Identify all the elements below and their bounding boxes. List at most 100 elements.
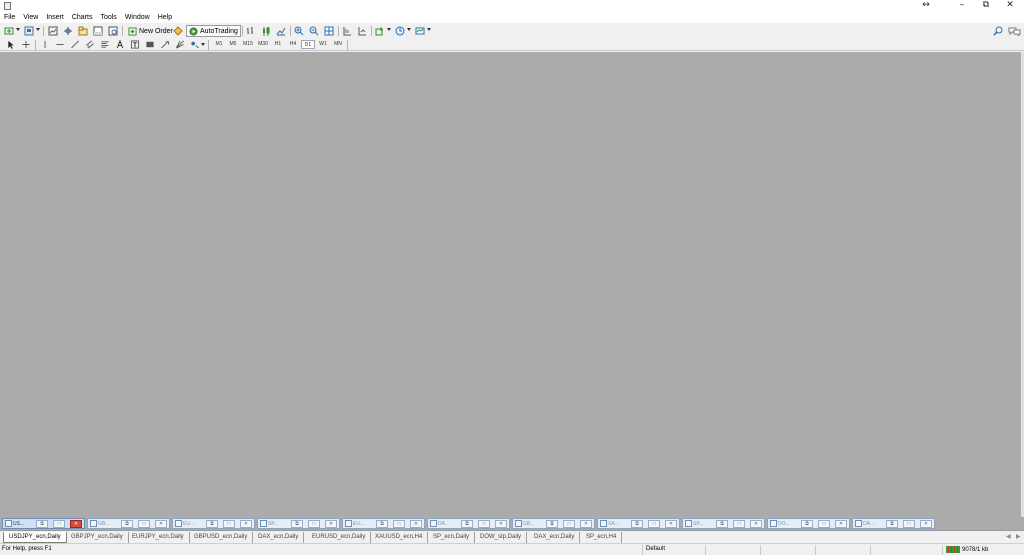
timeframe-d1[interactable]: D1 — [301, 40, 315, 49]
restore-icon[interactable]: ⧉ — [206, 519, 218, 528]
tab-dax-daily-2[interactable]: DAX_ecn,Daily — [529, 532, 581, 543]
menu-insert[interactable]: Insert — [46, 12, 64, 23]
maximize-icon[interactable]: □ — [53, 519, 65, 528]
timeframe-m15[interactable]: M15 — [241, 40, 255, 49]
maximize-icon[interactable]: □ — [138, 519, 150, 528]
zoom-out-icon[interactable] — [309, 26, 319, 36]
tab-gbpusd-daily[interactable]: GBPUSD_ecn,Daily — [189, 532, 254, 543]
horizontal-line-icon[interactable] — [55, 40, 65, 49]
close-icon[interactable]: ✕ — [920, 519, 932, 528]
arrow-icon[interactable] — [160, 40, 170, 49]
tab-sp-h4[interactable]: SP_ecn,H4 — [581, 532, 623, 543]
chart-workspace[interactable] — [0, 52, 1024, 517]
menu-charts[interactable]: Charts — [72, 12, 93, 23]
tab-scroll-left-icon[interactable]: ◀ — [1006, 533, 1011, 540]
tab-xauusd-h4[interactable]: XAUUSD_ecn,H4 — [370, 532, 429, 543]
maximize-icon[interactable]: □ — [308, 519, 320, 528]
restore-icon[interactable]: ⧉ — [36, 519, 48, 528]
maximize-icon[interactable]: □ — [478, 519, 490, 528]
minimized-window-dax-2[interactable]: DA... ⧉ □ ✕ — [852, 518, 935, 529]
resize-icon[interactable]: ↔ — [915, 0, 937, 12]
crosshair-icon[interactable] — [21, 40, 31, 49]
tab-gbpjpy-daily[interactable]: GBPJPY_ecn,Daily — [66, 532, 129, 543]
navigator-icon[interactable] — [78, 26, 88, 36]
close-icon[interactable]: ✕ — [325, 519, 337, 528]
market-watch-icon[interactable] — [48, 26, 58, 36]
chevron-down-icon[interactable] — [427, 28, 431, 31]
autotrading-button[interactable]: AutoTrading — [186, 25, 241, 37]
menu-tools[interactable]: Tools — [100, 12, 116, 23]
menu-help[interactable]: Help — [158, 12, 172, 23]
minimized-window-eurjpy[interactable]: EU... ⧉ □ ✕ — [172, 518, 255, 529]
profile-status[interactable]: Default — [646, 546, 665, 552]
text-label-icon[interactable] — [130, 40, 140, 49]
indicators-icon[interactable] — [375, 26, 385, 36]
bar-chart-icon[interactable] — [246, 26, 256, 36]
timeframe-h4[interactable]: H4 — [286, 40, 300, 49]
restore-icon[interactable]: ⧉ — [461, 519, 473, 528]
timeframe-m30[interactable]: M30 — [256, 40, 270, 49]
timeframe-mn[interactable]: MN — [331, 40, 345, 49]
trendline-icon[interactable] — [70, 40, 80, 49]
vertical-line-icon[interactable] — [40, 40, 50, 49]
tab-eurusd-daily[interactable]: EURUSD_ecn,Daily — [307, 532, 372, 543]
autoscroll-icon[interactable] — [357, 26, 367, 36]
timeframe-h1[interactable]: H1 — [271, 40, 285, 49]
maximize-icon[interactable]: □ — [903, 519, 915, 528]
minimized-window-xauusd[interactable]: XA... ⧉ □ ✕ — [597, 518, 680, 529]
profiles-icon[interactable] — [24, 26, 34, 36]
terminal-icon[interactable] — [93, 26, 103, 36]
restore-button[interactable]: ⧉ — [975, 0, 997, 12]
timeframe-m5[interactable]: M5 — [226, 40, 240, 49]
minimized-window-sp-h4[interactable]: SP... ⧉ □ ✕ — [682, 518, 765, 529]
menu-window[interactable]: Window — [125, 12, 150, 23]
menu-file[interactable]: File — [4, 12, 15, 23]
close-icon[interactable]: ✕ — [580, 519, 592, 528]
tab-dow-daily[interactable]: DOW_stp,Daily — [475, 532, 528, 543]
maximize-icon[interactable]: □ — [648, 519, 660, 528]
chevron-down-icon[interactable] — [407, 28, 411, 31]
tile-windows-icon[interactable] — [324, 26, 334, 36]
chevron-down-icon[interactable] — [387, 28, 391, 31]
minimize-button[interactable]: – — [951, 0, 973, 12]
new-chart-icon[interactable] — [4, 26, 14, 36]
shapes-icon[interactable] — [190, 40, 200, 49]
close-icon[interactable]: ✕ — [665, 519, 677, 528]
tab-dax-daily[interactable]: DAX_ecn,Daily — [253, 532, 305, 543]
new-order-button[interactable]: New Order — [125, 25, 176, 37]
zoom-in-icon[interactable] — [294, 26, 304, 36]
close-icon[interactable]: ✕ — [155, 519, 167, 528]
timeframe-w1[interactable]: W1 — [316, 40, 330, 49]
maximize-icon[interactable]: □ — [223, 519, 235, 528]
close-icon[interactable]: ✕ — [410, 519, 422, 528]
minimized-window-dow[interactable]: DO... ⧉ □ ✕ — [767, 518, 850, 529]
periods-icon[interactable] — [395, 26, 405, 36]
tab-sp-daily[interactable]: SP_ecn,Daily — [428, 532, 476, 543]
chat-icon[interactable] — [1008, 26, 1021, 36]
minimized-window-sp[interactable]: SP... ⧉ □ ✕ — [257, 518, 340, 529]
gann-icon[interactable] — [175, 40, 185, 49]
minimized-window-gbpusd[interactable]: GB... ⧉ □ ✕ — [512, 518, 595, 529]
tab-usdjpy-daily[interactable]: USDJPY_ecn,Daily — [3, 532, 67, 543]
minimized-window-gbpjpy[interactable]: GB... ⧉ □ ✕ — [87, 518, 170, 529]
fibonacci-icon[interactable] — [100, 40, 110, 49]
close-icon[interactable]: ✕ — [240, 519, 252, 528]
menu-view[interactable]: View — [23, 12, 38, 23]
templates-icon[interactable] — [415, 26, 425, 36]
tab-scroll-right-icon[interactable]: ▶ — [1016, 533, 1021, 540]
minimized-window-usdjpy[interactable]: US... ⧉ □ ✕ — [2, 518, 85, 529]
minimized-window-dax[interactable]: DA... ⧉ □ ✕ — [427, 518, 510, 529]
equidistant-channel-icon[interactable] — [85, 40, 95, 49]
restore-icon[interactable]: ⧉ — [716, 519, 728, 528]
restore-icon[interactable]: ⧉ — [886, 519, 898, 528]
chart-shift-icon[interactable] — [342, 26, 352, 36]
maximize-icon[interactable]: □ — [393, 519, 405, 528]
close-icon[interactable]: ✕ — [835, 519, 847, 528]
search-icon[interactable] — [993, 26, 1003, 36]
restore-icon[interactable]: ⧉ — [801, 519, 813, 528]
maximize-icon[interactable]: □ — [563, 519, 575, 528]
candlestick-icon[interactable] — [261, 26, 271, 36]
restore-icon[interactable]: ⧉ — [121, 519, 133, 528]
strategy-tester-icon[interactable] — [108, 26, 118, 36]
maximize-icon[interactable]: □ — [818, 519, 830, 528]
